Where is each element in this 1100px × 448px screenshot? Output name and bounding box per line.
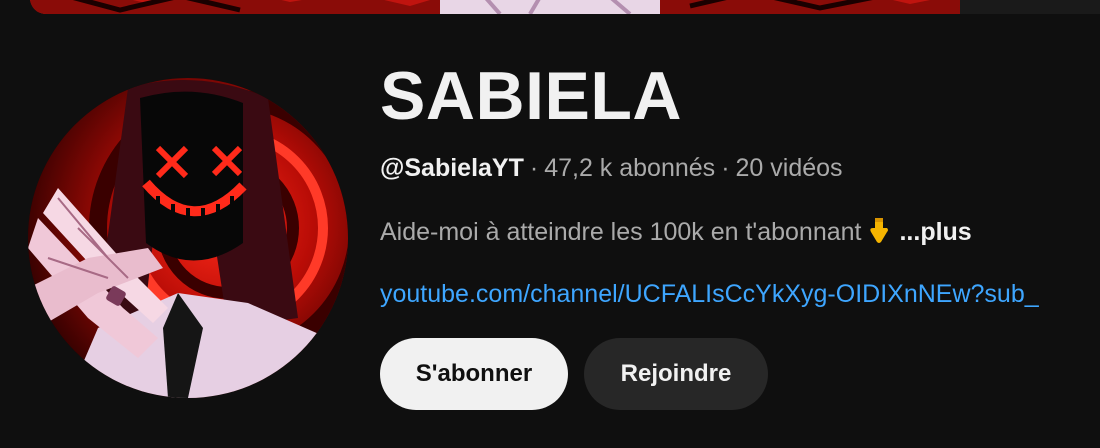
channel-meta: @SabielaYT · 47,2 k abonnés · 20 vidéos <box>380 152 1100 184</box>
channel-description[interactable]: Aide-moi à atteindre les 100k en t'abonn… <box>380 216 1100 248</box>
subscriber-count: 47,2 k abonnés <box>544 154 716 182</box>
meta-separator: · <box>529 154 539 182</box>
channel-avatar[interactable] <box>28 78 348 398</box>
join-button[interactable]: Rejoindre <box>584 338 768 410</box>
channel-actions: S'abonner Rejoindre <box>380 338 1100 410</box>
video-count: 20 vidéos <box>735 154 843 182</box>
channel-name: SABIELA <box>380 58 682 134</box>
channel-link[interactable]: youtube.com/channel/UCFALIsCcYkXyg-OIDIX… <box>380 278 1100 310</box>
channel-info: SABIELA @SabielaYT · 47,2 k abonnés · 20 vid… <box>380 54 1100 410</box>
channel-header: SABIELA @SabielaYT · 47,2 k abonnés · 20 vid… <box>0 0 1100 448</box>
subscribe-button[interactable]: S'abonner <box>380 338 568 410</box>
more-button[interactable]: ...plus <box>899 218 971 246</box>
description-text: Aide-moi à atteindre les 100k en t'abonn… <box>380 218 862 246</box>
meta-separator: · <box>721 154 730 182</box>
channel-banner[interactable] <box>30 0 1100 14</box>
pointing-down-hand-icon <box>867 216 891 244</box>
channel-handle[interactable]: @SabielaYT <box>380 154 524 182</box>
banner-artwork <box>30 0 1100 14</box>
avatar-artwork <box>28 78 348 398</box>
